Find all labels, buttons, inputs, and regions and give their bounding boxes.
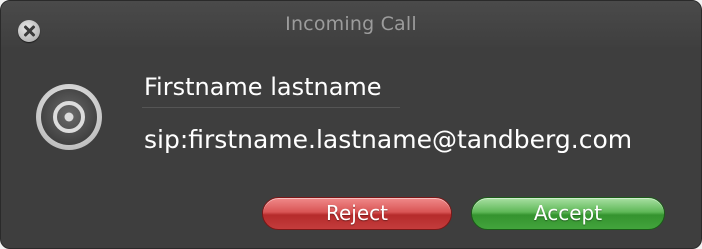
name-divider [142, 107, 400, 108]
call-target-icon [36, 84, 102, 150]
caller-name: Firstname lastname [144, 73, 382, 101]
caller-sip-uri: sip:firstname.lastname@tandberg.com [144, 125, 633, 154]
accept-button[interactable]: Accept [471, 197, 665, 230]
title-bar[interactable]: Incoming Call [1, 1, 701, 47]
incoming-call-window: Incoming Call Firstname lastname sip:fir… [0, 0, 702, 249]
window-title: Incoming Call [285, 13, 417, 35]
reject-button[interactable]: Reject [262, 197, 452, 230]
